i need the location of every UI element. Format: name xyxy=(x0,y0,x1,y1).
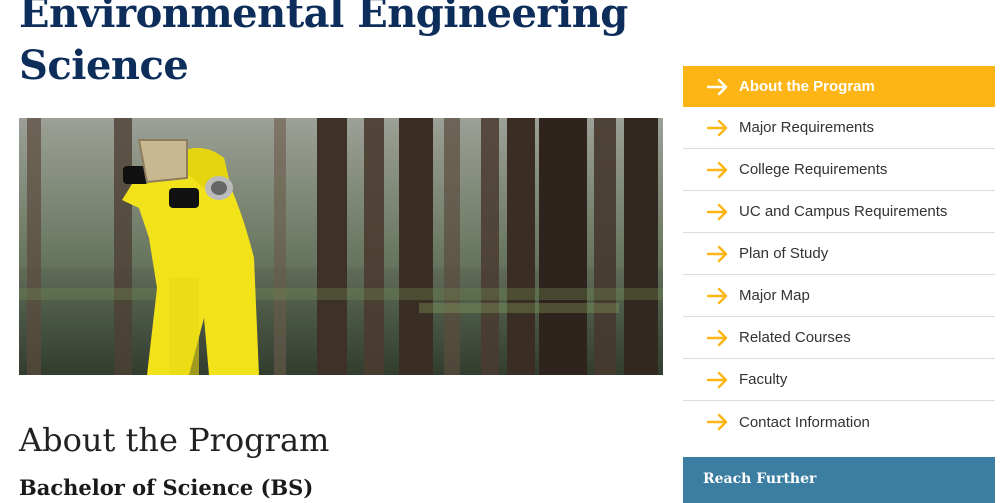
sidenav-item-major-requirements[interactable]: Major Requirements xyxy=(683,107,995,149)
arrow-right-icon xyxy=(707,245,728,262)
sidenav-item-label: Major Requirements xyxy=(739,119,875,136)
hero-image xyxy=(19,118,663,375)
sidenav-item-contact-information[interactable]: Contact Information xyxy=(683,401,995,443)
sidenav-item-label: Major Map xyxy=(739,287,810,304)
reach-further-label: Reach Further xyxy=(703,471,817,487)
sidenav-item-label: Plan of Study xyxy=(739,245,829,262)
arrow-right-icon xyxy=(707,119,728,136)
program-sidenav: About the Program Major Requirements Col… xyxy=(683,66,995,443)
page-title: Environmental Engineering Science xyxy=(19,0,628,89)
sidenav-item-label: Related Courses xyxy=(739,329,851,346)
section-heading: About the Program xyxy=(19,421,330,459)
sidenav-item-label: Contact Information xyxy=(739,413,870,431)
page: Environmental Engineering Science About … xyxy=(0,0,1006,503)
arrow-right-icon xyxy=(707,287,728,304)
sidenav-item-label: Faculty xyxy=(739,371,788,388)
degree-heading: Bachelor of Science (BS) xyxy=(19,475,314,500)
sidenav-item-related-courses[interactable]: Related Courses xyxy=(683,317,995,359)
arrow-right-icon xyxy=(707,78,728,95)
sidenav-item-college-requirements[interactable]: College Requirements xyxy=(683,149,995,191)
arrow-right-icon xyxy=(707,371,728,388)
sidenav-item-plan-of-study[interactable]: Plan of Study xyxy=(683,233,995,275)
arrow-right-icon xyxy=(707,329,728,346)
sidenav-item-label: College Requirements xyxy=(739,161,888,178)
sidenav-item-faculty[interactable]: Faculty xyxy=(683,359,995,401)
hero-photo-illustration xyxy=(19,118,663,375)
sidenav-item-major-map[interactable]: Major Map xyxy=(683,275,995,317)
arrow-right-icon xyxy=(707,161,728,178)
sidenav-item-uc-and-campus-requirements[interactable]: UC and Campus Requirements xyxy=(683,191,995,233)
sidenav-item-label: About the Program xyxy=(739,78,875,95)
reach-further-panel[interactable]: Reach Further xyxy=(683,457,995,503)
sidenav-item-label: UC and Campus Requirements xyxy=(739,203,948,220)
arrow-right-icon xyxy=(707,203,728,220)
arrow-right-icon xyxy=(707,413,728,431)
sidenav-item-about-the-program[interactable]: About the Program xyxy=(683,66,995,107)
